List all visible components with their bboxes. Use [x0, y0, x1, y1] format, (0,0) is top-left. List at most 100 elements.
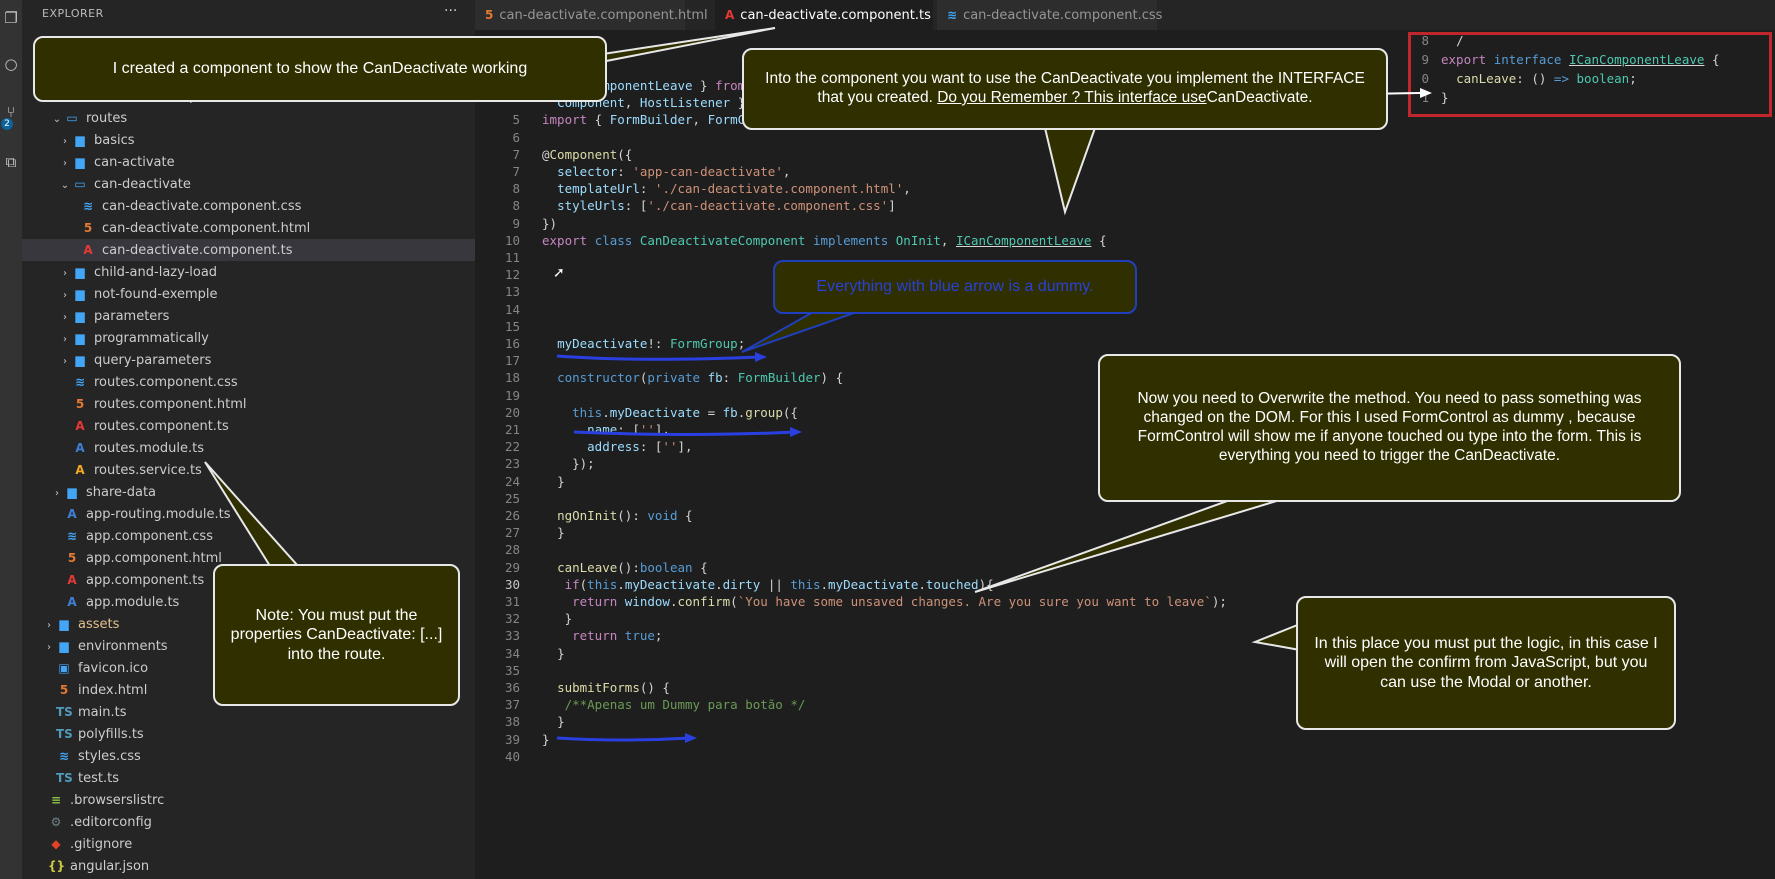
line-number: 32 — [504, 611, 520, 627]
tree-item[interactable]: 5 routes.component.html — [22, 393, 475, 415]
peek-line: 8 / — [1411, 31, 1463, 50]
tree-item[interactable]: Aapp-routing.module.ts — [22, 503, 475, 525]
code-text: selector: 'app-can-deactivate', — [557, 164, 791, 179]
chevron-right-icon[interactable]: › — [58, 351, 72, 373]
tree-item[interactable]: ⌄ ▭ can-deactivate — [22, 173, 475, 195]
code-text: myDeactivate!: FormGroup; — [557, 336, 746, 351]
tree-item[interactable]: ⌄ ▭ routes — [22, 107, 475, 129]
chevron-right-icon[interactable]: › — [50, 483, 64, 505]
code-text: styleUrls: ['./can-deactivate.component.… — [557, 198, 896, 214]
ts-icon: TS — [56, 771, 73, 785]
tree-item[interactable]: TS polyfills.ts — [22, 723, 475, 745]
tree-item[interactable]: › ▆ programmatically — [22, 327, 475, 349]
search-icon[interactable]: ○ — [3, 56, 19, 72]
line-number: 9 — [512, 215, 520, 231]
code-text: templateUrl: './can-deactivate.component… — [557, 181, 911, 197]
tree-item[interactable]: Aroutes.module.ts — [22, 437, 475, 459]
peek-line: 9 export interface ICanComponentLeave { — [1411, 50, 1719, 69]
tree-item[interactable]: › ▆ child-and-lazy-load — [22, 261, 475, 283]
chevron-down-icon[interactable]: ⌄ — [58, 175, 72, 197]
code-line: 36 submitForms() { — [475, 678, 670, 697]
gear-icon: ⚙ — [50, 815, 62, 829]
code-line: 22 address: [''], — [475, 437, 693, 456]
tree-item[interactable]: Acan-deactivate.component.ts — [22, 239, 475, 261]
code-line: 26 ngOnInit(): void { — [475, 506, 693, 525]
tree-item[interactable]: › ▆ not-found-exemple — [22, 283, 475, 305]
chevron-right-icon[interactable]: › — [42, 615, 56, 637]
extensions-icon[interactable]: ⧉ — [3, 154, 19, 170]
folder-open-icon: ▭ — [74, 177, 86, 191]
tree-item[interactable]: › ▆ share-data — [22, 481, 475, 503]
chevron-right-icon[interactable]: › — [58, 307, 72, 329]
code-line: 30 if(this.myDeactivate.dirty || this.my… — [475, 575, 994, 594]
tree-item-label: routes.component.ts — [94, 419, 229, 434]
tree-item[interactable]: › ▆ basics — [22, 129, 475, 151]
code-text: } — [557, 645, 565, 661]
line-number: 16 — [504, 336, 520, 351]
tree-item-label: not-found-exemple — [94, 287, 218, 302]
code-text: address: [''], — [587, 439, 693, 455]
interface-callout-text: Into the component you want to use the C… — [758, 70, 1372, 108]
folder-icon: ▆ — [75, 353, 85, 367]
tree-item[interactable]: {} angular.json — [22, 855, 475, 877]
chevron-right-icon[interactable]: › — [58, 329, 72, 351]
chevron-right-icon[interactable]: › — [42, 637, 56, 659]
chevron-right-icon[interactable]: › — [58, 153, 72, 175]
code-line: 13 — [475, 282, 542, 301]
tree-item[interactable]: ≋ app.component.css — [22, 525, 475, 547]
code-line: 14 — [475, 300, 542, 319]
css-icon: ≋ — [58, 749, 70, 763]
code-text: name: [''], — [587, 422, 670, 437]
code-text: }); — [572, 456, 595, 472]
code-line: 17 — [475, 351, 542, 370]
chevron-down-icon[interactable]: ⌄ — [50, 109, 64, 131]
code-line: 34 } — [475, 644, 565, 663]
line-number: 36 — [504, 680, 520, 695]
component-callout-text: I created a component to show the CanDea… — [112, 60, 528, 78]
tree-item[interactable]: Aroutes.service.ts — [22, 459, 475, 481]
tree-item[interactable]: ≋ styles.css — [22, 745, 475, 767]
code-line: 25 — [475, 489, 542, 508]
code-line: 8 styleUrls: ['./can-deactivate.componen… — [475, 196, 896, 215]
tab-can-deactivate-css[interactable]: ≋ can-deactivate.component.css — [937, 0, 1162, 30]
tree-item[interactable]: ≋ can-deactivate.component.css — [22, 195, 475, 217]
chevron-right-icon[interactable]: › — [58, 285, 72, 307]
more-actions-icon[interactable]: ··· — [444, 3, 457, 19]
ts-icon: TS — [56, 705, 73, 719]
tree-item[interactable]: › ▆ parameters — [22, 305, 475, 327]
code-line: 7 @Component({ — [475, 145, 632, 164]
tree-item[interactable]: TS test.ts — [22, 767, 475, 789]
files-icon[interactable]: ❐ — [3, 10, 19, 26]
angular-ts-icon: A — [67, 573, 77, 587]
tab-can-deactivate-ts[interactable]: Acan-deactivate.component.ts× — [715, 0, 952, 30]
tree-item[interactable]: 5 can-deactivate.component.html — [22, 217, 475, 239]
tree-item-label: styles.css — [78, 749, 141, 764]
tree-item-label: assets — [78, 617, 120, 632]
code-line: 31 return window.confirm(`You have some … — [475, 592, 1227, 611]
module-icon: A — [67, 595, 77, 609]
tree-item[interactable]: ≋ routes.component.css — [22, 371, 475, 393]
tree-item[interactable]: ≡ .browserslistrc — [22, 789, 475, 811]
tree-item-label: child-and-lazy-load — [94, 265, 218, 280]
tree-item[interactable]: › ▆ query-parameters — [22, 349, 475, 371]
css-icon: ≋ — [74, 375, 86, 389]
tree-item[interactable]: ⚙ .editorconfig — [22, 811, 475, 833]
line-number: 33 — [504, 628, 520, 644]
line-number: 26 — [504, 508, 520, 523]
tree-item[interactable]: Aroutes.component.ts — [22, 415, 475, 437]
code-text: } — [557, 714, 565, 730]
code-line: 37 /**Apenas um Dummy para botão */ — [475, 695, 805, 714]
chevron-right-icon[interactable]: › — [58, 263, 72, 285]
tree-item[interactable]: › ▆ can-activate — [22, 151, 475, 173]
tree-item[interactable]: ◆ .gitignore — [22, 833, 475, 855]
line-number: 38 — [504, 714, 520, 730]
line-number: 1 — [1421, 90, 1429, 105]
interface-callout: Into the component you want to use the C… — [742, 48, 1388, 130]
code-text: export interface ICanComponentLeave { — [1441, 52, 1720, 67]
tree-item-label: basics — [94, 133, 135, 148]
peek-line: 0 canLeave: () => boolean; — [1411, 69, 1636, 88]
tab-can-deactivate-html[interactable]: 5 can-deactivate.component.html — [475, 0, 708, 30]
chevron-right-icon[interactable]: › — [58, 131, 72, 153]
ts-icon: TS — [56, 727, 73, 741]
folder-open-icon: ▭ — [66, 111, 78, 125]
